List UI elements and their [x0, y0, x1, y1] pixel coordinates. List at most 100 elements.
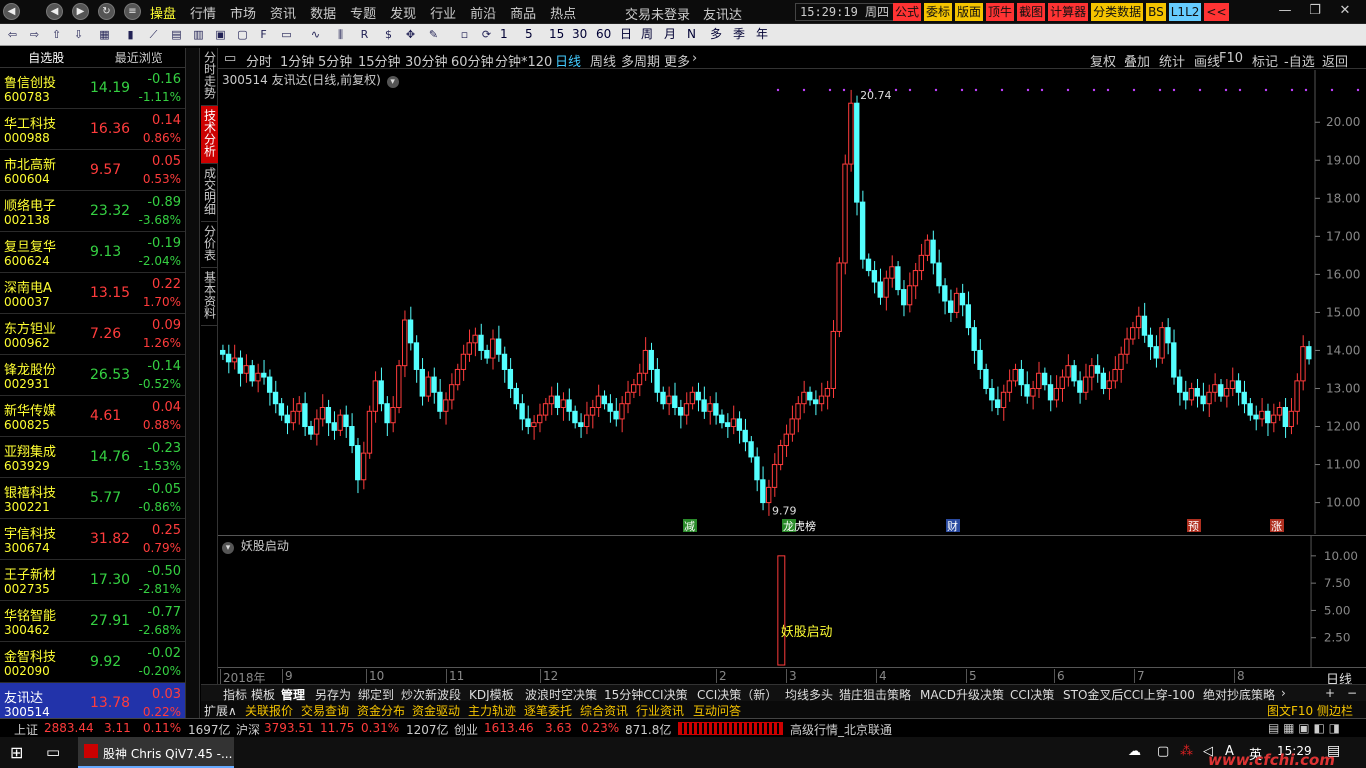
grid-icon[interactable]: ▦ [96, 26, 113, 43]
stock-row[interactable]: 亚翔集成 603929 14.76 -0.23 -1.53% [0, 437, 185, 478]
info-tab-4[interactable]: 资金驱动 [412, 702, 460, 719]
quick-button-0[interactable]: 公式 [893, 3, 922, 21]
window-tray-icon[interactable]: ▢ [1157, 744, 1169, 759]
sh-label[interactable]: 上证 [14, 721, 38, 738]
dollar-icon[interactable]: $ [380, 26, 397, 43]
nav-circle-button-1[interactable]: ◀ [46, 3, 63, 20]
quick-button-8[interactable]: L1L2 [1168, 3, 1202, 21]
arrow-up-icon[interactable]: ⇧ [48, 26, 65, 43]
vtab-2[interactable]: 成交明细 [201, 164, 218, 222]
chart-tool-0[interactable]: 复权 [1090, 51, 1116, 70]
refresh-icon[interactable]: ⟳ [478, 26, 495, 43]
sidebar-toggle-icon[interactable]: ▭ [224, 51, 236, 66]
ticker-icons[interactable]: ▤ ▦ ▣ ◧ ◨ [1268, 721, 1340, 735]
stock-row[interactable]: 锋龙股份 002931 26.53 -0.14 -0.52% [0, 355, 185, 396]
info-tab-5[interactable]: 主力轨迹 [468, 702, 516, 719]
shortcut-7[interactable]: 月 [664, 26, 676, 43]
info-tab-3[interactable]: 资金分布 [357, 702, 405, 719]
info-tab-9[interactable]: 互动问答 [693, 702, 741, 719]
add-icon[interactable]: + [1325, 686, 1335, 700]
vtab-0[interactable]: 分时走势 [201, 48, 218, 106]
arrow-down-icon[interactable]: ⇩ [70, 26, 87, 43]
period-2[interactable]: 5分钟 [318, 51, 352, 70]
nav-circle-button-4[interactable]: ≡ [124, 3, 141, 20]
shortcut-11[interactable]: 年 [756, 26, 768, 43]
period-6[interactable]: 分钟*120 [495, 51, 552, 70]
menu-item-5[interactable]: 专题 [350, 3, 376, 22]
rsi-icon[interactable]: R [356, 26, 373, 43]
period-7[interactable]: 日线 [555, 51, 581, 70]
cloud-icon[interactable]: ☁ [1128, 744, 1141, 759]
arrow-right-icon[interactable]: ⇨ [26, 26, 43, 43]
chart-tool-6[interactable]: -自选 [1284, 51, 1315, 70]
stock-row[interactable]: 华铭智能 300462 27.91 -0.77 -2.68% [0, 601, 185, 642]
remove-icon[interactable]: − [1347, 686, 1357, 700]
stock-row[interactable]: 华工科技 000988 16.36 0.14 0.86% [0, 109, 185, 150]
task-view-icon[interactable]: ▭ [46, 743, 60, 761]
menu-item-0[interactable]: 操盘 [150, 3, 176, 22]
period-8[interactable]: 周线 [590, 51, 616, 70]
info-tab-7[interactable]: 综合资讯 [580, 702, 628, 719]
move-icon[interactable]: ✥ [402, 26, 419, 43]
wave-icon[interactable]: ∿ [307, 26, 324, 43]
menu-item-3[interactable]: 资讯 [270, 3, 296, 22]
quick-button-1[interactable]: 委标 [924, 3, 953, 21]
menu-item-1[interactable]: 行情 [190, 3, 216, 22]
stock-row[interactable]: 新华传媒 600825 4.61 0.04 0.88% [0, 396, 185, 437]
shortcut-1[interactable]: 5 [525, 26, 533, 43]
chart-tool-1[interactable]: 叠加 [1124, 51, 1150, 70]
shortcut-0[interactable]: 1 [500, 26, 508, 43]
back-circle-button[interactable]: ◀ [3, 3, 20, 20]
vtab-4[interactable]: 基本资料 [201, 268, 218, 326]
trade-status[interactable]: 交易未登录 [625, 4, 690, 23]
menu-item-10[interactable]: 热点 [550, 3, 576, 22]
f5-icon[interactable]: ▫ [456, 26, 473, 43]
candle-icon[interactable]: ⫼ [332, 26, 349, 43]
network-icon[interactable]: ⁂ [1180, 744, 1193, 759]
shortcut-2[interactable]: 15 [549, 26, 564, 43]
stock-row[interactable]: 鲁信创投 600783 14.19 -0.16 -1.11% [0, 68, 185, 109]
quick-button-3[interactable]: 顶牛 [986, 3, 1015, 21]
menu-item-4[interactable]: 数据 [310, 3, 336, 22]
tab-recent[interactable]: 最近浏览 [93, 48, 186, 67]
stock-row[interactable]: 金智科技 002090 9.92 -0.02 -0.20% [0, 642, 185, 683]
quick-button-6[interactable]: 分类数据 [1091, 3, 1144, 21]
chevron-right-icon[interactable]: › [692, 51, 697, 66]
nav-circle-button-3[interactable]: ↻ [98, 3, 115, 20]
arrow-left-icon[interactable]: ⇦ [4, 26, 21, 43]
f10-link[interactable]: 图文F10 [1267, 702, 1313, 719]
stock-row[interactable]: 市北高新 600604 9.57 0.05 0.53% [0, 150, 185, 191]
pencil-icon[interactable]: ✎ [425, 26, 442, 43]
list-scrollbar[interactable] [186, 48, 200, 718]
sheet-icon[interactable]: ▣ [212, 26, 229, 43]
line-chart-icon[interactable]: ⟋ [145, 26, 162, 43]
info-tab-8[interactable]: 行业资讯 [636, 702, 684, 719]
stock-row[interactable]: 顺络电子 002138 23.32 -0.89 -3.68% [0, 191, 185, 232]
chart-tool-5[interactable]: 标记 [1252, 51, 1278, 70]
stock-row[interactable]: 银禧科技 300221 5.77 -0.05 -0.86% [0, 478, 185, 519]
shortcut-3[interactable]: 30 [572, 26, 587, 43]
period-0[interactable]: 分时 [246, 51, 272, 70]
stock-row[interactable]: 王子新材 002735 17.30 -0.50 -2.81% [0, 560, 185, 601]
info-tab-0[interactable]: 扩展∧ [204, 702, 237, 719]
quick-button-9[interactable]: << [1204, 3, 1229, 21]
info-tab-2[interactable]: 交易查询 [301, 702, 349, 719]
doc-icon[interactable]: ▥ [190, 26, 207, 43]
menu-item-7[interactable]: 行业 [430, 3, 456, 22]
chevron-down-icon[interactable]: ▾ [222, 542, 234, 554]
quick-button-7[interactable]: BS [1146, 3, 1166, 21]
stock-row[interactable]: 东方钽业 000962 7.26 0.09 1.26% [0, 314, 185, 355]
chart-tool-3[interactable]: 画线 [1194, 51, 1220, 70]
nav-circle-button-2[interactable]: ▶ [72, 3, 89, 20]
chart-tool-7[interactable]: 返回 [1322, 51, 1348, 70]
restore-icon[interactable]: ❐ [1300, 3, 1330, 18]
vtab-3[interactable]: 分价表 [201, 222, 218, 268]
shortcut-4[interactable]: 60 [596, 26, 611, 43]
period-9[interactable]: 多周期 [621, 51, 660, 70]
menu-item-8[interactable]: 前沿 [470, 3, 496, 22]
stock-row[interactable]: 宇信科技 300674 31.82 0.25 0.79% [0, 519, 185, 560]
chart-tool-4[interactable]: F10 [1219, 51, 1243, 66]
info-tab-6[interactable]: 逐笔委托 [524, 702, 572, 719]
shortcut-10[interactable]: 季 [733, 26, 745, 43]
tab-watchlist[interactable]: 自选股 [0, 48, 93, 67]
